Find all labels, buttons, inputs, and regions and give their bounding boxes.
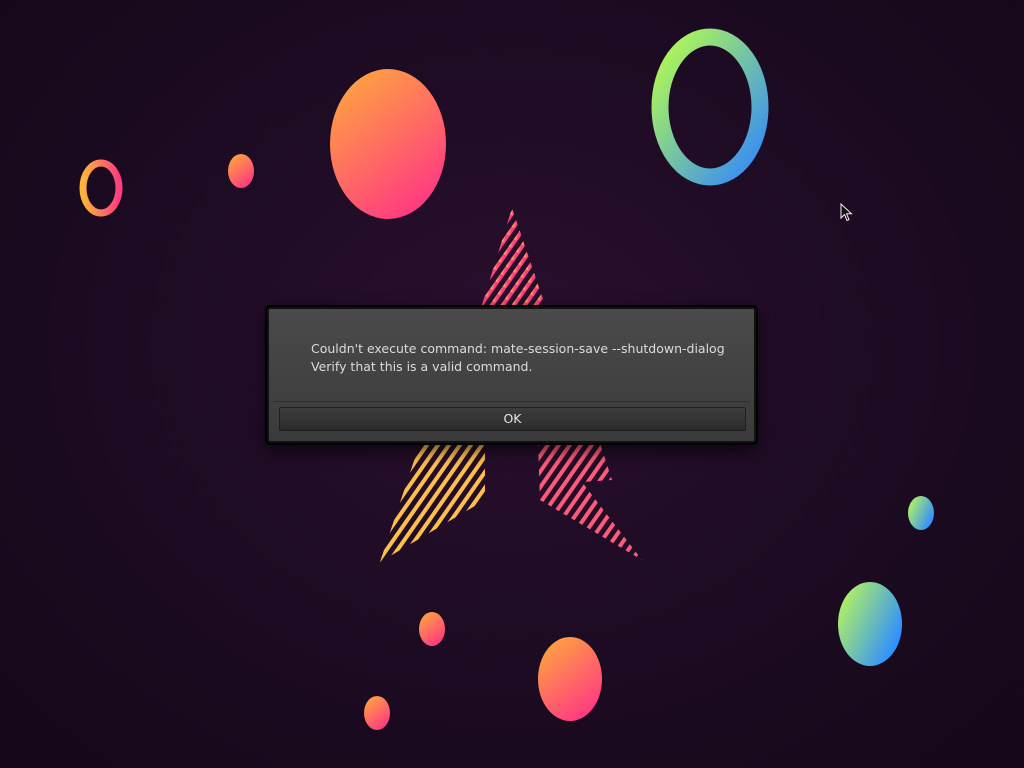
dialog-separator [273,401,750,402]
decor-dot-cool [908,496,934,530]
decor-dot [228,154,254,188]
ok-button[interactable]: OK [279,407,746,431]
decor-dot [419,612,445,646]
dialog-message: Couldn't execute command: mate-session-s… [311,340,751,376]
decor-circle-cool [838,582,902,666]
decor-star-right [538,443,642,560]
decor-ring-small [79,159,123,217]
error-hint-line: Verify that this is a valid command. [311,359,533,374]
decor-ring-large [651,28,769,186]
decor-star-top [482,208,545,305]
error-message-line: Couldn't execute command: mate-session-s… [311,341,725,356]
error-dialog: Couldn't execute command: mate-session-s… [267,307,756,443]
decor-dot [364,696,390,730]
decor-circle-large [330,69,446,219]
decor-star-left [380,443,485,562]
arrow-pointer-icon [840,203,853,222]
decor-circle-medium [538,637,602,721]
